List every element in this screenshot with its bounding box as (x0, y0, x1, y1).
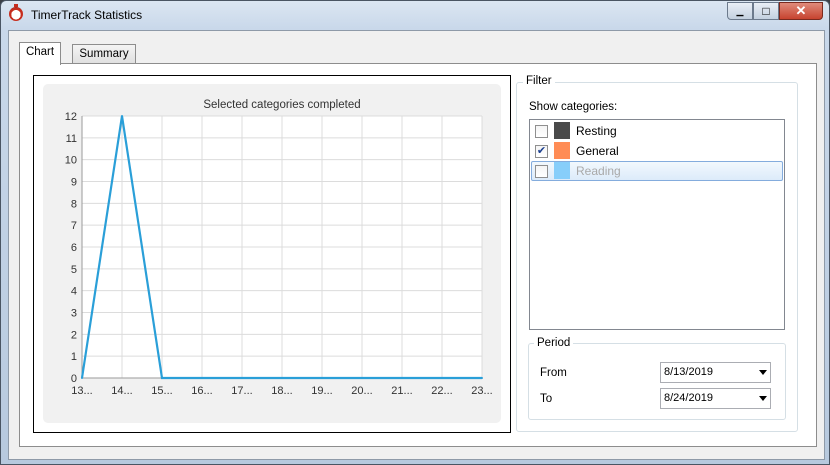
data-point (401, 377, 403, 379)
chart-area: 0 1 2 3 4 5 6 7 8 9 10 11 12 13... 14... 15... 16... 17..… (43, 84, 501, 423)
x-tick-label: 23... (471, 385, 492, 397)
close-icon: ✕ (795, 3, 807, 18)
data-point (481, 377, 483, 379)
chart-frame: 0 1 2 3 4 5 6 7 8 9 10 11 12 13... 14... 15... 16... 17..… (33, 75, 511, 433)
tab-chart[interactable]: Chart (19, 42, 61, 65)
y-tick-label: 12 (65, 111, 77, 123)
x-tick-label: 18... (271, 385, 292, 397)
chart-title: Selected categories completed (203, 99, 360, 111)
color-swatch-reading (554, 162, 570, 179)
data-point (161, 377, 163, 379)
client-area: Chart Summary 0 1 2 3 4 5 6 7 8 9 10 11 12 13... 14...… (8, 30, 825, 460)
title-bar[interactable]: TimerTrack Statistics ▁ □ ✕ (1, 1, 829, 29)
data-point (441, 377, 443, 379)
y-tick-label: 2 (71, 329, 77, 341)
category-label-resting: Resting (576, 124, 617, 138)
checkbox-general[interactable]: ✔ (535, 145, 548, 158)
x-tick-label: 22... (431, 385, 452, 397)
x-tick-label: 13... (71, 385, 92, 397)
from-date-picker[interactable]: 8/13/2019 (660, 362, 771, 383)
category-row-resting[interactable]: Resting (531, 121, 783, 141)
y-tick-label: 11 (66, 133, 77, 145)
maximize-icon: □ (762, 4, 770, 18)
y-tick-label: 7 (71, 220, 77, 232)
color-swatch-general (554, 142, 570, 159)
period-group-title: Period (534, 337, 574, 349)
x-tick-label: 17... (231, 385, 252, 397)
data-point (81, 377, 83, 379)
checkbox-reading[interactable] (535, 165, 548, 178)
data-point (281, 377, 283, 379)
y-tick-label: 3 (71, 308, 77, 320)
y-tick-label: 10 (65, 155, 77, 167)
chevron-down-icon[interactable] (759, 370, 767, 375)
stopwatch-icon (9, 4, 23, 21)
data-point (121, 115, 123, 117)
tab-summary-label: Summary (79, 48, 129, 60)
y-tick-label: 4 (71, 286, 77, 298)
y-tick-label: 5 (71, 264, 77, 276)
window-controls: ▁ □ ✕ (727, 2, 823, 21)
minimize-button[interactable]: ▁ (727, 2, 753, 20)
x-tick-label: 21... (391, 385, 412, 397)
data-point (321, 377, 323, 379)
category-list[interactable]: Resting ✔ General Reading (529, 119, 785, 330)
category-label-general: General (576, 144, 619, 158)
filter-group-title: Filter (523, 75, 555, 87)
y-tick-label: 8 (71, 198, 77, 210)
maximize-button[interactable]: □ (753, 2, 779, 20)
y-tick-label: 1 (71, 351, 77, 363)
tab-chart-label: Chart (25, 46, 55, 58)
y-tick-label: 9 (71, 177, 77, 189)
category-row-reading[interactable]: Reading (531, 161, 783, 181)
x-tick-label: 19... (311, 385, 332, 397)
x-tick-label: 14... (111, 385, 132, 397)
category-label-reading: Reading (576, 164, 621, 178)
line-chart: 012345678910111213... 14... 15... 16... 17..… (65, 99, 493, 397)
chevron-down-icon[interactable] (759, 396, 767, 401)
color-swatch-resting (554, 122, 570, 139)
to-date-value: 8/24/2019 (664, 392, 713, 404)
x-tick-label: 16... (191, 385, 212, 397)
to-label: To (540, 393, 553, 405)
checkmark-icon: ✔ (536, 145, 547, 157)
show-categories-label: Show categories: (529, 101, 618, 113)
checkbox-resting[interactable] (535, 125, 548, 138)
x-tick-label: 20... (351, 385, 372, 397)
y-tick-label: 0 (71, 373, 77, 385)
y-tick-label: 6 (71, 242, 77, 254)
minimize-icon: ▁ (736, 5, 744, 16)
from-date-value: 8/13/2019 (664, 366, 713, 378)
window-title: TimerTrack Statistics (31, 8, 143, 22)
main-window: TimerTrack Statistics ▁ □ ✕ Chart Summar… (0, 0, 830, 465)
x-tick-label: 15... (151, 385, 172, 397)
data-point (361, 377, 363, 379)
from-label: From (540, 367, 567, 379)
data-point (241, 377, 243, 379)
to-date-picker[interactable]: 8/24/2019 (660, 388, 771, 409)
data-point (201, 377, 203, 379)
tab-summary[interactable]: Summary (72, 44, 136, 65)
category-row-general[interactable]: ✔ General (531, 141, 783, 161)
close-button[interactable]: ✕ (779, 2, 823, 20)
